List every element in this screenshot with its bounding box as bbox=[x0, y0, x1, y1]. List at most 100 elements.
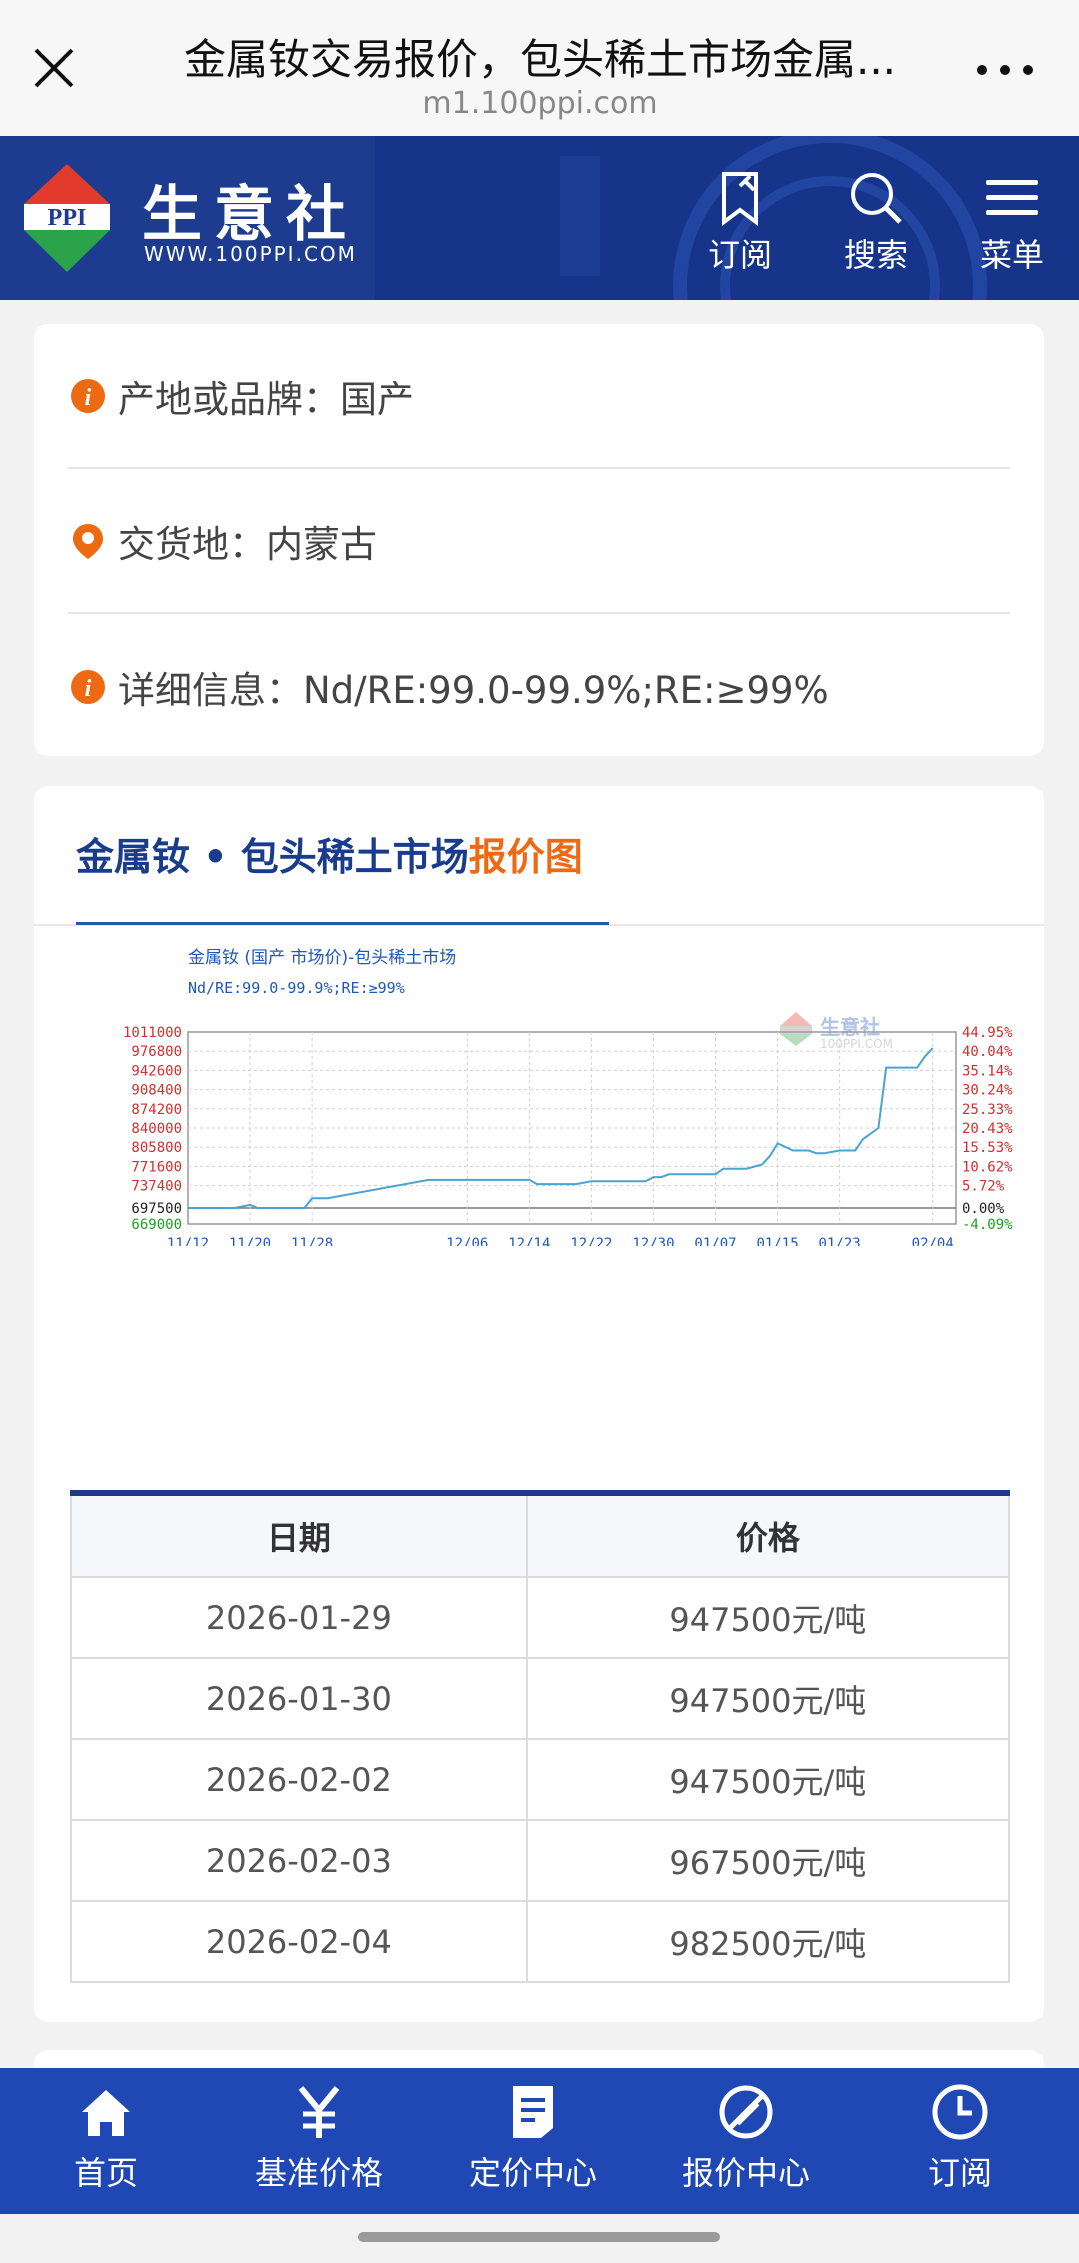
cell-date: 2026-01-29 bbox=[70, 1576, 528, 1659]
nav-pricing-label: 定价中心 bbox=[468, 2154, 597, 2192]
info-row-detail: i 详细信息：Nd/RE:99.0-99.9%;RE:≥99% bbox=[68, 614, 1010, 759]
chart-x-tick: 12/30 bbox=[632, 1236, 674, 1246]
cell-date: 2026-02-04 bbox=[70, 1900, 528, 1983]
header-subscribe-label: 订阅 bbox=[707, 236, 772, 274]
cell-date: 2026-02-03 bbox=[70, 1819, 528, 1902]
nav-subscribe-label: 订阅 bbox=[927, 2154, 992, 2192]
nav-home-label: 首页 bbox=[73, 2154, 138, 2192]
chart-y-right-tick: 0.00% bbox=[962, 1201, 1005, 1217]
cell-price: 967500元/吨 bbox=[525, 1819, 1011, 1902]
system-home-area bbox=[0, 2214, 1079, 2263]
yen-icon bbox=[298, 2086, 340, 2138]
clock-icon bbox=[932, 2084, 988, 2140]
table-row: 2026-01-29 947500元/吨 bbox=[70, 1576, 1011, 1659]
chart-y-left-tick: 737400 bbox=[131, 1179, 182, 1195]
info-value-detail: Nd/RE:99.0-99.9%;RE:≥99% bbox=[303, 668, 829, 712]
cell-price: 982500元/吨 bbox=[525, 1900, 1011, 1983]
info-label-detail: 详细信息： bbox=[118, 668, 303, 712]
price-chart-card: 金属钕 • 包头稀土市场报价图 金属钕 (国产 市场价)-包头稀土市场 Nd/R… bbox=[34, 786, 1044, 2022]
info-value-delivery: 内蒙古 bbox=[266, 522, 377, 566]
chart-y-left-tick: 976800 bbox=[131, 1044, 182, 1060]
svg-text:i: i bbox=[85, 385, 92, 411]
cell-price: 947500元/吨 bbox=[525, 1657, 1011, 1740]
cell-price: 947500元/吨 bbox=[525, 1576, 1011, 1659]
page-title: 金属钕交易报价，包头稀土市场金属... bbox=[183, 35, 897, 84]
chart-y-right-tick: 15.53% bbox=[962, 1140, 1013, 1156]
logo-text: 生意社 bbox=[142, 180, 358, 250]
page-url: m1.100ppi.com bbox=[422, 86, 658, 121]
chart-y-right-tick: 10.62% bbox=[962, 1159, 1013, 1175]
chart-y-left-tick: 805800 bbox=[131, 1140, 182, 1156]
chart-y-right-tick: 40.04% bbox=[962, 1044, 1013, 1060]
site-header: PPI 生意社 WWW.100PPI.COM 订阅 搜索 菜单 bbox=[0, 136, 1079, 300]
chart-y-left-tick: 942600 bbox=[131, 1063, 182, 1079]
header-menu-button[interactable]: 菜单 bbox=[962, 168, 1062, 276]
chart-y-left-tick: 840000 bbox=[131, 1121, 182, 1137]
subscribe-icon bbox=[722, 172, 758, 226]
cell-date: 2026-02-02 bbox=[70, 1738, 528, 1821]
info-label-delivery: 交货地： bbox=[118, 522, 266, 566]
chart-y-right-tick: 30.24% bbox=[962, 1083, 1013, 1099]
header-subscribe-button[interactable]: 订阅 bbox=[690, 168, 790, 276]
menu-icon bbox=[986, 180, 1038, 215]
logo-abbr: PPI bbox=[48, 205, 87, 231]
info-row-delivery: 交货地：内蒙古 bbox=[68, 469, 1010, 614]
product-info-card: i 产地或品牌：国产 交货地：内蒙古 i 详细信息：Nd/RE:99.0-99.… bbox=[34, 324, 1044, 756]
info-icon: i bbox=[71, 378, 105, 413]
chart-y-left-tick: 669000 bbox=[131, 1217, 182, 1233]
search-icon bbox=[851, 173, 902, 224]
chart-y-left-tick: 771600 bbox=[131, 1159, 182, 1175]
chart-title: 金属钕 (国产 市场价)-包头稀土市场 bbox=[188, 948, 456, 968]
chart-section-heading: 金属钕 • 包头稀土市场报价图 bbox=[76, 826, 583, 881]
info-icon: i bbox=[71, 669, 105, 704]
table-row: 2026-02-02 947500元/吨 bbox=[70, 1738, 1011, 1821]
chart-y-right-tick: 20.43% bbox=[962, 1121, 1013, 1137]
nav-home[interactable]: 首页 bbox=[16, 2082, 196, 2194]
table-header-price: 价格 bbox=[525, 1492, 1011, 1578]
nav-benchmark-price[interactable]: 基准价格 bbox=[229, 2082, 409, 2194]
chart-y-right-tick: 25.33% bbox=[962, 1102, 1013, 1118]
chart-heading-highlight: 报价图 bbox=[468, 835, 583, 879]
table-row: 2026-01-30 947500元/吨 bbox=[70, 1657, 1011, 1740]
chart-heading-main: 金属钕 • 包头稀土市场 bbox=[76, 835, 469, 879]
chart-x-tick: 01/15 bbox=[756, 1236, 798, 1246]
home-indicator[interactable] bbox=[358, 2232, 720, 2242]
chart-y-left-tick: 1011000 bbox=[123, 1025, 182, 1041]
browser-top-bar: 金属钕交易报价，包头稀土市场金属... m1.100ppi.com bbox=[0, 0, 1079, 136]
chart-x-tick: 01/23 bbox=[819, 1236, 861, 1246]
table-row: 2026-02-04 982500元/吨 bbox=[70, 1900, 1011, 1983]
home-icon bbox=[82, 2090, 130, 2136]
chart-y-left-tick: 908400 bbox=[131, 1083, 182, 1099]
chart-y-left-tick: 874200 bbox=[131, 1102, 182, 1118]
info-row-origin: i 产地或品牌：国产 bbox=[68, 324, 1010, 469]
header-menu-label: 菜单 bbox=[979, 236, 1044, 274]
price-table: 日期 价格 2026-01-29 947500元/吨 2026-01-30 9475… bbox=[70, 1490, 1011, 1983]
chart-y-right-tick: 44.95% bbox=[962, 1025, 1013, 1041]
info-label-origin: 产地或品牌： bbox=[118, 377, 340, 421]
chart-x-tick: 01/07 bbox=[694, 1236, 736, 1246]
nav-benchmark-label: 基准价格 bbox=[254, 2154, 383, 2192]
chart-x-tick: 12/06 bbox=[446, 1236, 488, 1246]
chart-watermark-text: 生意社 bbox=[820, 1015, 880, 1039]
nav-subscribe[interactable]: 订阅 bbox=[870, 2082, 1050, 2194]
header-search-label: 搜索 bbox=[843, 236, 908, 274]
more-icon[interactable] bbox=[970, 50, 1040, 90]
bottom-navigation: 首页 基准价格 定价中心 报价中心 订阅 bbox=[0, 2068, 1079, 2214]
nav-quote-label: 报价中心 bbox=[681, 2154, 810, 2192]
chart-x-tick: 11/20 bbox=[229, 1236, 271, 1246]
table-header-date: 日期 bbox=[70, 1492, 528, 1578]
chart-subtitle: Nd/RE:99.0-99.9%;RE:≥99% bbox=[188, 979, 405, 997]
svg-text:100PPI.COM: 100PPI.COM bbox=[820, 1037, 893, 1051]
logo-icon: PPI bbox=[24, 164, 110, 272]
nav-quote-center[interactable]: 报价中心 bbox=[656, 2082, 836, 2194]
chart-x-tick: 11/28 bbox=[291, 1236, 333, 1246]
table-header-row: 日期 价格 bbox=[70, 1492, 1011, 1578]
chart-x-tick: 11/12 bbox=[167, 1236, 209, 1246]
nav-pricing-center[interactable]: 定价中心 bbox=[443, 2082, 623, 2194]
chart-y-right-tick: -4.09% bbox=[962, 1217, 1013, 1233]
cell-date: 2026-01-30 bbox=[70, 1657, 528, 1740]
header-search-button[interactable]: 搜索 bbox=[826, 168, 926, 276]
close-icon[interactable] bbox=[28, 42, 80, 94]
table-row: 2026-02-03 967500元/吨 bbox=[70, 1819, 1011, 1902]
quote-slash-icon bbox=[719, 2085, 773, 2139]
